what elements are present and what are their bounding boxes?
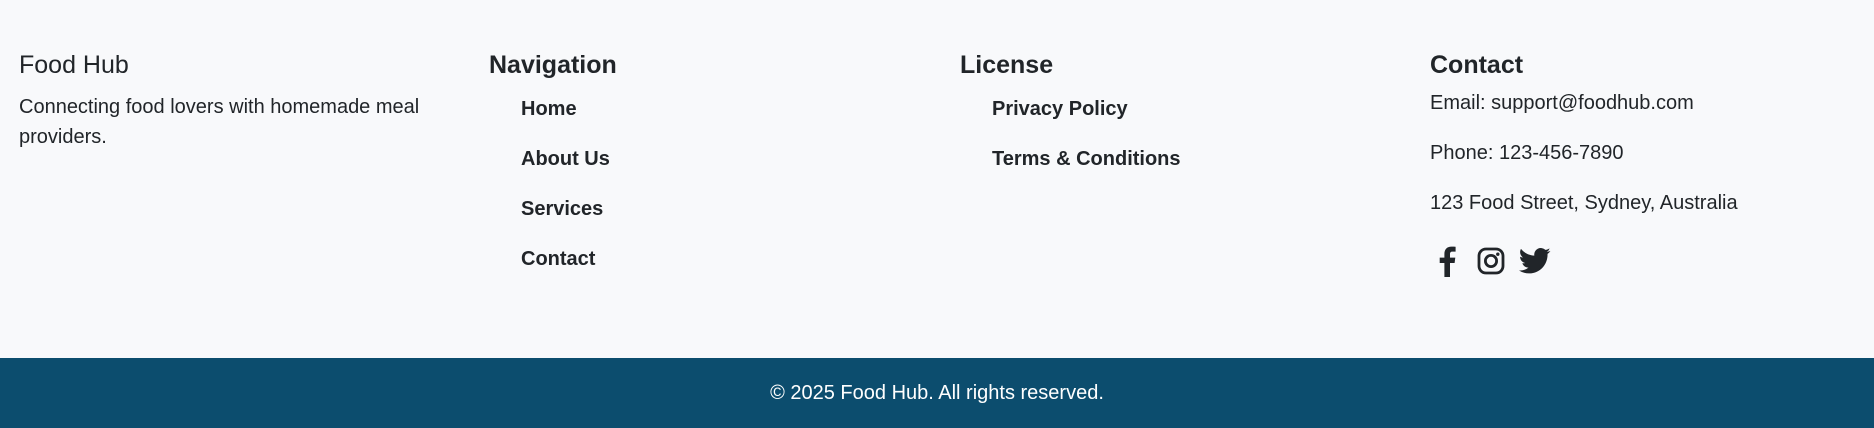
navigation-column: Navigation Home About Us Services Contac… (489, 48, 909, 296)
brand-column: Food Hub Connecting food lovers with hom… (19, 48, 439, 152)
navigation-heading: Navigation (489, 51, 617, 79)
social-links (1430, 244, 1860, 278)
list-item: About Us (521, 146, 909, 196)
brand-title: Food Hub (19, 51, 129, 79)
facebook-icon (1437, 245, 1457, 277)
list-item: Privacy Policy (992, 96, 1380, 146)
twitter-link[interactable] (1518, 244, 1552, 278)
nav-link-contact[interactable]: Contact (521, 248, 595, 270)
copyright-text: © 2025 Food Hub. All rights reserved. (770, 382, 1104, 404)
contact-email: Email: support@foodhub.com (1430, 92, 1694, 114)
site-footer: Food Hub Connecting food lovers with hom… (0, 0, 1874, 428)
facebook-link[interactable] (1430, 244, 1464, 278)
license-list: Privacy Policy Terms & Conditions (960, 96, 1380, 196)
contact-column: Contact Email: support@foodhub.com Phone… (1430, 48, 1860, 278)
list-item: Terms & Conditions (992, 146, 1380, 196)
footer-top-section: Food Hub Connecting food lovers with hom… (0, 0, 1874, 358)
navigation-list: Home About Us Services Contact (489, 96, 909, 296)
privacy-policy-link[interactable]: Privacy Policy (992, 98, 1128, 120)
contact-phone: Phone: 123-456-7890 (1430, 142, 1624, 164)
nav-link-services[interactable]: Services (521, 198, 603, 220)
instagram-icon (1477, 247, 1505, 275)
instagram-link[interactable] (1474, 244, 1508, 278)
contact-address: 123 Food Street, Sydney, Australia (1430, 192, 1738, 214)
nav-link-home[interactable]: Home (521, 98, 577, 120)
list-item: Contact (521, 246, 909, 296)
contact-heading: Contact (1430, 51, 1524, 79)
twitter-icon (1519, 247, 1551, 275)
license-column: License Privacy Policy Terms & Condition… (960, 48, 1380, 196)
brand-description: Connecting food lovers with homemade mea… (19, 96, 420, 148)
license-heading: License (960, 51, 1054, 79)
nav-link-about-us[interactable]: About Us (521, 148, 610, 170)
terms-conditions-link[interactable]: Terms & Conditions (992, 148, 1181, 170)
list-item: Home (521, 96, 909, 146)
copyright-bar: © 2025 Food Hub. All rights reserved. (0, 358, 1874, 428)
list-item: Services (521, 196, 909, 246)
